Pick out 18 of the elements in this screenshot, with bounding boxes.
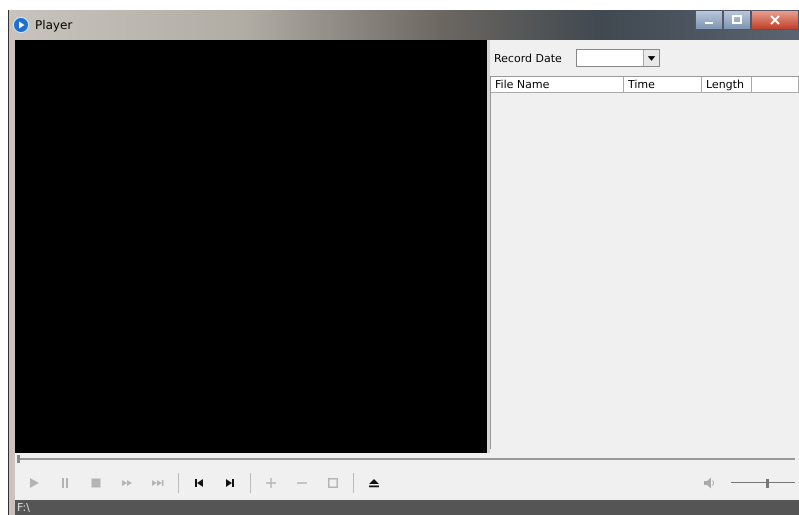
status-path: F:\ — [17, 501, 30, 514]
seek-slider[interactable] — [17, 455, 795, 465]
minimize-button[interactable] — [695, 10, 723, 30]
volume-thumb[interactable] — [766, 478, 770, 488]
app-icon — [13, 17, 29, 33]
close-icon — [770, 15, 780, 25]
minimize-icon — [705, 22, 713, 24]
column-header[interactable]: Length — [702, 77, 752, 93]
column-header[interactable]: File Name — [491, 77, 624, 93]
window-title: Player — [35, 18, 72, 32]
close-button[interactable] — [751, 10, 799, 30]
maximize-icon — [732, 15, 742, 25]
maximize-button[interactable] — [723, 10, 751, 30]
seek-thumb[interactable] — [17, 455, 20, 463]
record-date-label: Record Date — [494, 52, 562, 64]
column-header[interactable]: Time — [624, 77, 702, 93]
speaker-icon[interactable] — [703, 476, 715, 490]
volume-slider[interactable] — [731, 476, 795, 488]
